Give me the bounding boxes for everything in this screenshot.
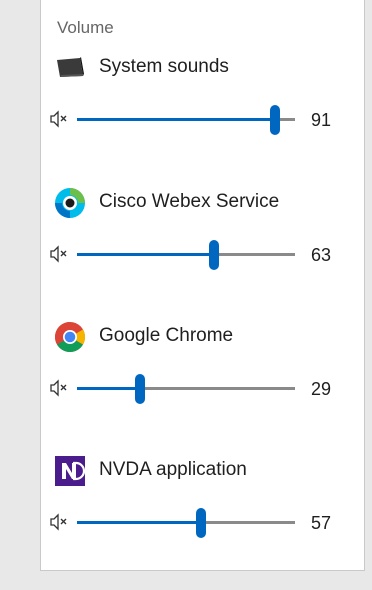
slider-fill xyxy=(77,253,215,256)
app-row-cisco-webex: Cisco Webex Service 63 xyxy=(41,187,364,322)
slider-fill xyxy=(77,521,202,524)
mute-toggle-icon[interactable] xyxy=(48,377,70,399)
volume-slider[interactable] xyxy=(77,105,295,135)
webex-logo-icon xyxy=(55,188,85,218)
volume-value: 63 xyxy=(311,245,332,265)
slider-fill xyxy=(77,118,276,121)
volume-value: 29 xyxy=(311,379,332,399)
slider-fill xyxy=(77,387,141,390)
volume-slider[interactable] xyxy=(77,240,295,270)
app-row-system-sounds: System sounds 91 xyxy=(41,52,364,187)
app-name: Google Chrome xyxy=(99,325,234,346)
speaker-device-icon xyxy=(57,57,84,77)
volume-value: 91 xyxy=(311,110,332,130)
slider-thumb[interactable] xyxy=(196,508,207,538)
app-name: System sounds xyxy=(99,56,229,77)
app-row-nvda: NVDA application 57 xyxy=(41,455,364,590)
slider-thumb[interactable] xyxy=(135,374,146,404)
slider-thumb[interactable] xyxy=(209,240,220,270)
slider-thumb[interactable] xyxy=(270,105,281,135)
app-row-google-chrome: Google Chrome 29 xyxy=(41,321,364,456)
app-name: Cisco Webex Service xyxy=(99,191,280,212)
volume-slider[interactable] xyxy=(77,508,295,538)
mute-toggle-icon[interactable] xyxy=(48,243,70,265)
volume-slider[interactable] xyxy=(77,374,295,404)
mute-toggle-icon[interactable] xyxy=(48,108,70,130)
app-name: NVDA application xyxy=(99,459,247,480)
volume-value: 57 xyxy=(311,513,332,533)
nvda-logo-icon xyxy=(55,456,86,486)
chrome-logo-icon xyxy=(54,322,86,353)
volume-heading: Volume xyxy=(57,18,114,37)
volume-mixer-panel: Volume System sounds 91 Cisco Webex Serv xyxy=(40,0,365,571)
mute-toggle-icon[interactable] xyxy=(48,511,70,533)
